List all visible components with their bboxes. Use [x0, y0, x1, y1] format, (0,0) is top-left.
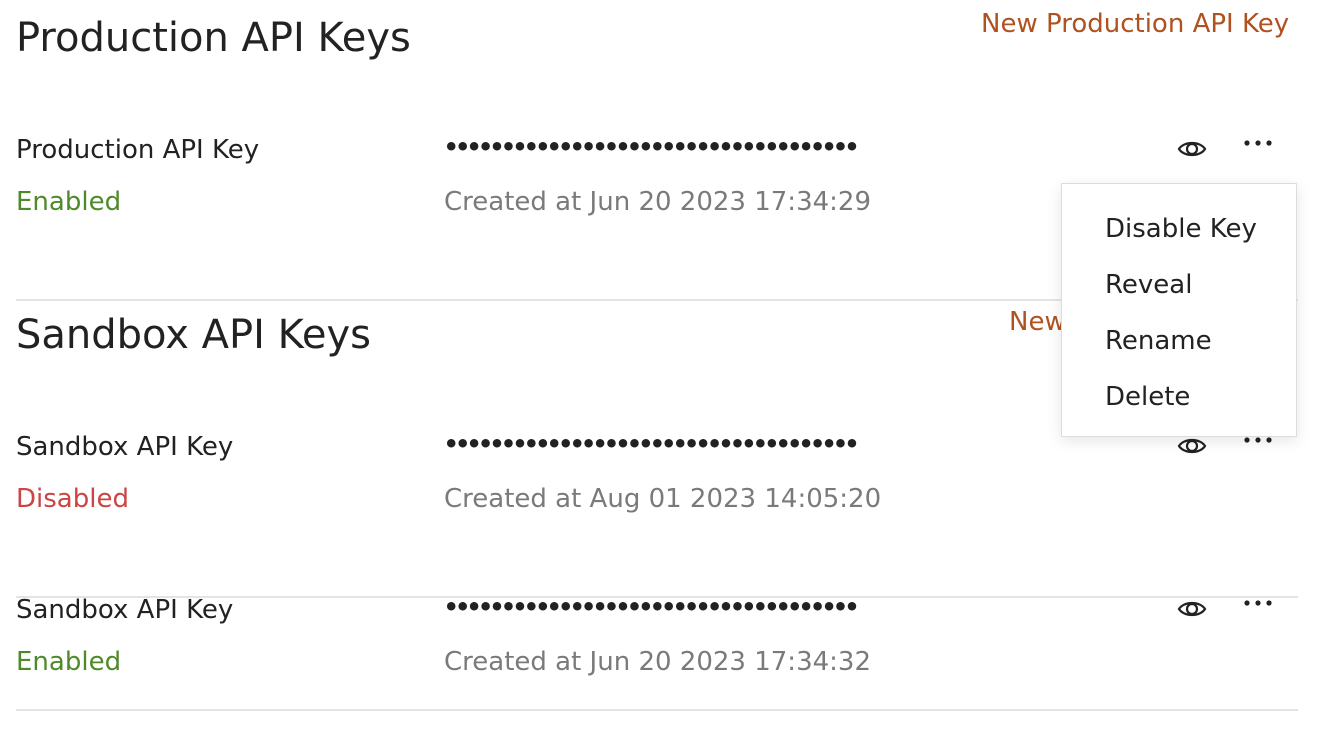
key-actions-menu: Disable Key Reveal Rename Delete	[1061, 183, 1297, 437]
key-name: Production API Key	[16, 135, 260, 165]
masked-key-value: ••••••••••••••••••••••••••••••••••••	[444, 593, 859, 621]
masked-key-value: ••••••••••••••••••••••••••••••••••••	[444, 133, 859, 161]
more-horizontal-icon[interactable]	[1242, 133, 1274, 157]
menu-item-reveal[interactable]: Reveal	[1105, 272, 1192, 298]
sandbox-key-row: Sandbox API Key Enabled ••••••••••••••••…	[16, 593, 1298, 711]
sandbox-section-title: Sandbox API Keys	[16, 312, 372, 358]
status-badge: Enabled	[16, 647, 122, 677]
api-keys-page: Production API Keys New Production API K…	[0, 0, 1322, 742]
more-horizontal-icon[interactable]	[1242, 593, 1274, 617]
created-timestamp: Created at Jun 20 2023 17:34:29	[444, 187, 871, 217]
status-badge: Disabled	[16, 484, 129, 514]
eye-icon[interactable]	[1176, 593, 1208, 625]
menu-item-disable-key[interactable]: Disable Key	[1105, 216, 1257, 242]
menu-item-rename[interactable]: Rename	[1105, 328, 1212, 354]
production-section-title: Production API Keys	[16, 15, 411, 61]
key-name: Sandbox API Key	[16, 432, 234, 462]
new-production-key-link[interactable]: New Production API Key	[981, 11, 1289, 37]
menu-item-delete[interactable]: Delete	[1105, 384, 1190, 410]
created-timestamp: Created at Aug 01 2023 14:05:20	[444, 484, 882, 514]
new-sandbox-key-link[interactable]: New	[1009, 309, 1066, 335]
key-name: Sandbox API Key	[16, 595, 234, 625]
sandbox-key-row: Sandbox API Key Disabled •••••••••••••••…	[16, 430, 1298, 598]
created-timestamp: Created at Jun 20 2023 17:34:32	[444, 647, 871, 677]
masked-key-value: ••••••••••••••••••••••••••••••••••••	[444, 430, 859, 458]
status-badge: Enabled	[16, 187, 122, 217]
eye-icon[interactable]	[1176, 133, 1208, 165]
